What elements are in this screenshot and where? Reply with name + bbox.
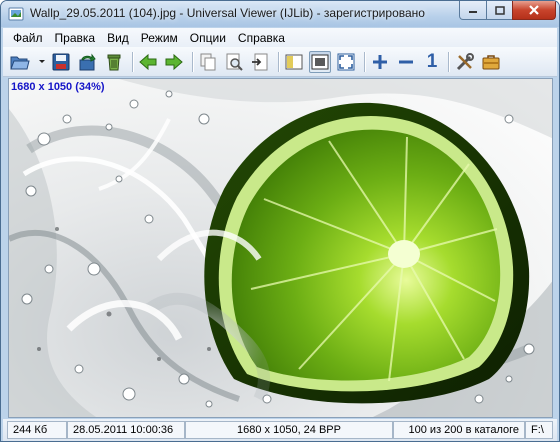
maximize-button[interactable] bbox=[486, 1, 513, 20]
fit-window-button[interactable] bbox=[309, 51, 331, 73]
delete-button[interactable] bbox=[103, 51, 125, 73]
actual-size-icon: 1 bbox=[426, 51, 438, 72]
image-canvas bbox=[9, 79, 552, 417]
status-dimensions: 1680 x 1050, 24 BPP bbox=[185, 421, 393, 439]
window-title: Wallp_29.05.2011 (104).jpg - Universal V… bbox=[30, 6, 425, 20]
delete-icon bbox=[107, 54, 121, 71]
menu-options[interactable]: Опции bbox=[184, 31, 232, 45]
save-button[interactable] bbox=[50, 51, 72, 73]
zoom-out-button[interactable] bbox=[395, 51, 417, 73]
next-arrow-icon bbox=[165, 53, 183, 71]
status-file-size: 244 Кб bbox=[7, 421, 67, 439]
menu-mode[interactable]: Режим bbox=[135, 31, 184, 45]
fullscreen-icon bbox=[337, 53, 355, 71]
menu-bar: Файл Правка Вид Режим Опции Справка bbox=[3, 28, 557, 47]
save-icon bbox=[52, 53, 70, 71]
actual-size-button[interactable]: 1 bbox=[421, 51, 443, 73]
status-bar: 244 Кб 28.05.2011 10:00:36 1680 x 1050, … bbox=[3, 419, 557, 441]
fullscreen-button[interactable] bbox=[335, 51, 357, 73]
status-position: 100 из 200 в каталоге bbox=[393, 421, 525, 439]
export-icon bbox=[252, 53, 268, 71]
minimize-icon bbox=[469, 11, 477, 13]
panel-button[interactable] bbox=[283, 51, 305, 73]
export-button[interactable] bbox=[249, 51, 271, 73]
menu-view[interactable]: Вид bbox=[101, 31, 135, 45]
next-button[interactable] bbox=[163, 51, 185, 73]
previous-arrow-icon bbox=[139, 53, 157, 71]
reload-button[interactable] bbox=[76, 51, 98, 73]
open-button[interactable] bbox=[9, 51, 31, 73]
tools-icon bbox=[456, 53, 474, 71]
close-button[interactable] bbox=[512, 1, 556, 20]
open-dropdown-arrow[interactable] bbox=[39, 60, 45, 63]
menu-file[interactable]: Файл bbox=[7, 31, 49, 45]
toolbar: 1 bbox=[3, 47, 557, 77]
status-extra: F:\ bbox=[525, 421, 553, 439]
copy-button[interactable] bbox=[197, 51, 219, 73]
status-datetime: 28.05.2011 10:00:36 bbox=[67, 421, 185, 439]
app-window: Wallp_29.05.2011 (104).jpg - Universal V… bbox=[0, 0, 560, 442]
zoom-in-icon bbox=[373, 55, 387, 69]
zoom-in-button[interactable] bbox=[369, 51, 391, 73]
menu-help[interactable]: Справка bbox=[232, 31, 291, 45]
zoom-out-icon bbox=[399, 60, 413, 64]
image-viewport[interactable]: 1680 x 1050 (34%) bbox=[8, 78, 553, 418]
fit-window-icon bbox=[311, 54, 329, 70]
tools-button[interactable] bbox=[454, 51, 476, 73]
reload-icon bbox=[79, 53, 96, 71]
toolbox-icon bbox=[482, 55, 500, 70]
title-bar[interactable]: Wallp_29.05.2011 (104).jpg - Universal V… bbox=[1, 1, 559, 27]
minimize-button[interactable] bbox=[459, 1, 487, 20]
previous-button[interactable] bbox=[137, 51, 159, 73]
image-info-label: 1680 x 1050 (34%) bbox=[11, 81, 105, 93]
open-folder-icon bbox=[10, 56, 30, 70]
menu-edit[interactable]: Правка bbox=[49, 31, 102, 45]
preview-button[interactable] bbox=[223, 51, 245, 73]
maximize-icon bbox=[494, 5, 505, 15]
close-icon bbox=[529, 5, 539, 15]
app-icon[interactable] bbox=[8, 6, 24, 22]
toolbox-button[interactable] bbox=[480, 51, 502, 73]
preview-icon bbox=[226, 53, 243, 71]
copy-icon bbox=[200, 53, 216, 71]
sidebar-panel-icon bbox=[285, 54, 303, 70]
